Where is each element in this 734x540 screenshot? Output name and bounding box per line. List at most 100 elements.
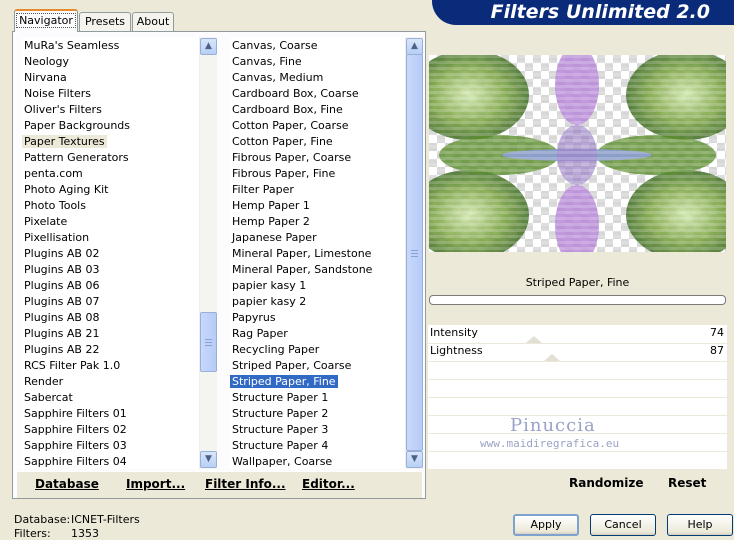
help-button[interactable]: Help [667, 514, 733, 536]
category-item-label: Nirvana [24, 71, 67, 84]
filter-item[interactable]: papier kasy 2 [230, 294, 308, 310]
category-item[interactable]: Paper Backgrounds [22, 118, 132, 134]
category-item[interactable]: MuRa's Seamless [22, 38, 121, 54]
category-item[interactable]: Noise Filters [22, 86, 93, 102]
filter-item-label: Mineral Paper, Sandstone [232, 263, 373, 276]
filter-item-label: Striped Paper, Fine [230, 375, 338, 388]
category-item[interactable]: Plugins AB 07 [22, 294, 101, 310]
category-item[interactable]: Pattern Generators [22, 150, 131, 166]
apply-button[interactable]: Apply [513, 514, 579, 536]
status-database-value: ICNET-Filters [71, 513, 140, 526]
category-item[interactable]: Paper Textures [22, 134, 107, 150]
filter-info-button[interactable]: Filter Info... [205, 472, 286, 496]
selected-filter-name: Striped Paper, Fine [428, 272, 727, 294]
progress-bar [429, 295, 726, 305]
category-item[interactable]: Render [22, 374, 65, 390]
filter-item[interactable]: Cardboard Box, Fine [230, 102, 345, 118]
filter-item[interactable]: Hemp Paper 2 [230, 214, 312, 230]
import-button[interactable]: Import... [126, 472, 185, 496]
randomize-button[interactable]: Randomize [569, 476, 643, 490]
filter-item-label: Rag Paper [232, 327, 288, 340]
category-scroll-thumb[interactable] [200, 312, 217, 372]
filter-item[interactable]: Cotton Paper, Coarse [230, 118, 351, 134]
category-item[interactable]: Sabercat [22, 390, 75, 406]
filter-item[interactable]: papier kasy 1 [230, 278, 308, 294]
category-item[interactable]: penta.com [22, 166, 85, 182]
category-item[interactable]: Pixelate [22, 214, 69, 230]
tab-presets[interactable]: Presets [79, 12, 131, 31]
filter-item[interactable]: Hemp Paper 1 [230, 198, 312, 214]
filter-item-label: Cardboard Box, Fine [232, 103, 343, 116]
category-item-label: Noise Filters [24, 87, 91, 100]
filter-item[interactable]: Rag Paper [230, 326, 290, 342]
filter-list[interactable]: Canvas, Coarse Canvas, Fine Canvas, Medium… [230, 37, 405, 469]
filter-item[interactable]: Structure Paper 4 [230, 438, 330, 454]
filter-item[interactable]: Canvas, Medium [230, 70, 325, 86]
category-item[interactable]: Oliver's Filters [22, 102, 104, 118]
category-item[interactable]: Photo Tools [22, 198, 88, 214]
filter-item[interactable]: Mineral Paper, Limestone [230, 246, 373, 262]
category-item-label: Render [24, 375, 64, 388]
category-item[interactable]: Sapphire Filters 02 [22, 422, 129, 438]
category-item[interactable]: Pixellisation [22, 230, 91, 246]
category-list[interactable]: MuRa's Seamless Neology Nirvana Noise Filte… [22, 37, 202, 469]
category-item[interactable]: Plugins AB 22 [22, 342, 101, 358]
watermark-name: Pinuccia [510, 415, 596, 436]
category-item[interactable]: Sapphire Filters 01 [22, 406, 129, 422]
category-item[interactable]: RCS Filter Pak 1.0 [22, 358, 122, 374]
filter-item[interactable]: Papyrus [230, 310, 278, 326]
scroll-up-icon[interactable]: ▲ [406, 38, 423, 55]
param-lightness[interactable]: Lightness 87 [428, 343, 727, 362]
filter-item[interactable]: Mineral Paper, Sandstone [230, 262, 374, 278]
category-item-label: Plugins AB 07 [24, 295, 100, 308]
tab-navigator[interactable]: Navigator [14, 9, 78, 32]
status-filters-value: 1353 [71, 527, 99, 540]
category-item[interactable]: Plugins AB 06 [22, 278, 101, 294]
filter-item[interactable]: Filter Paper [230, 182, 296, 198]
tab-about[interactable]: About [132, 12, 174, 31]
filter-item[interactable]: Structure Paper 2 [230, 406, 330, 422]
category-item-label: Pixellisation [24, 231, 90, 244]
filter-item[interactable]: Cardboard Box, Coarse [230, 86, 361, 102]
filter-item[interactable]: Fibrous Paper, Coarse [230, 150, 353, 166]
filter-item[interactable]: Canvas, Coarse [230, 38, 320, 54]
filter-item[interactable]: Japanese Paper [230, 230, 319, 246]
filter-item[interactable]: Wallpaper, Coarse [230, 454, 334, 469]
category-item-label: Sapphire Filters 01 [24, 407, 127, 420]
category-item[interactable]: Photo Aging Kit [22, 182, 110, 198]
param-slider-marker[interactable] [543, 354, 560, 361]
filter-item[interactable]: Structure Paper 1 [230, 390, 330, 406]
param-intensity[interactable]: Intensity 74 [428, 325, 727, 344]
category-item[interactable]: Plugins AB 08 [22, 310, 101, 326]
filter-item[interactable]: Recycling Paper [230, 342, 321, 358]
scroll-down-icon[interactable]: ▼ [406, 451, 423, 468]
category-item[interactable]: Sapphire Filters 04 [22, 454, 129, 469]
filter-scroll-thumb[interactable] [406, 54, 423, 451]
category-item[interactable]: Sapphire Filters 03 [22, 438, 129, 454]
filter-item[interactable]: Fibrous Paper, Fine [230, 166, 337, 182]
filter-item-label: Canvas, Fine [232, 55, 302, 68]
scroll-down-icon[interactable]: ▼ [200, 451, 217, 468]
editor-button[interactable]: Editor... [302, 472, 355, 496]
preview-image [429, 55, 726, 252]
category-item[interactable]: Plugins AB 03 [22, 262, 101, 278]
filter-item[interactable]: Striped Paper, Fine [230, 374, 338, 390]
category-item[interactable]: Nirvana [22, 70, 69, 86]
database-button[interactable]: Database [35, 472, 99, 496]
param-slider-marker[interactable] [525, 336, 542, 343]
filter-item[interactable]: Canvas, Fine [230, 54, 304, 70]
category-item[interactable]: Neology [22, 54, 71, 70]
param-empty-row [428, 451, 727, 470]
category-item[interactable]: Plugins AB 21 [22, 326, 101, 342]
category-item-label: Sapphire Filters 02 [24, 423, 127, 436]
cancel-button[interactable]: Cancel [590, 514, 656, 536]
category-scrollbar[interactable]: ▲ ▼ [199, 37, 217, 469]
filter-item[interactable]: Striped Paper, Coarse [230, 358, 353, 374]
category-item[interactable]: Plugins AB 02 [22, 246, 101, 262]
filter-scrollbar[interactable]: ▲ ▼ [405, 37, 423, 469]
navigator-action-bar: Database Import... Filter Info... Editor… [17, 471, 422, 498]
filter-item[interactable]: Structure Paper 3 [230, 422, 330, 438]
filter-item[interactable]: Cotton Paper, Fine [230, 134, 335, 150]
reset-button[interactable]: Reset [668, 476, 706, 490]
scroll-up-icon[interactable]: ▲ [200, 38, 217, 55]
